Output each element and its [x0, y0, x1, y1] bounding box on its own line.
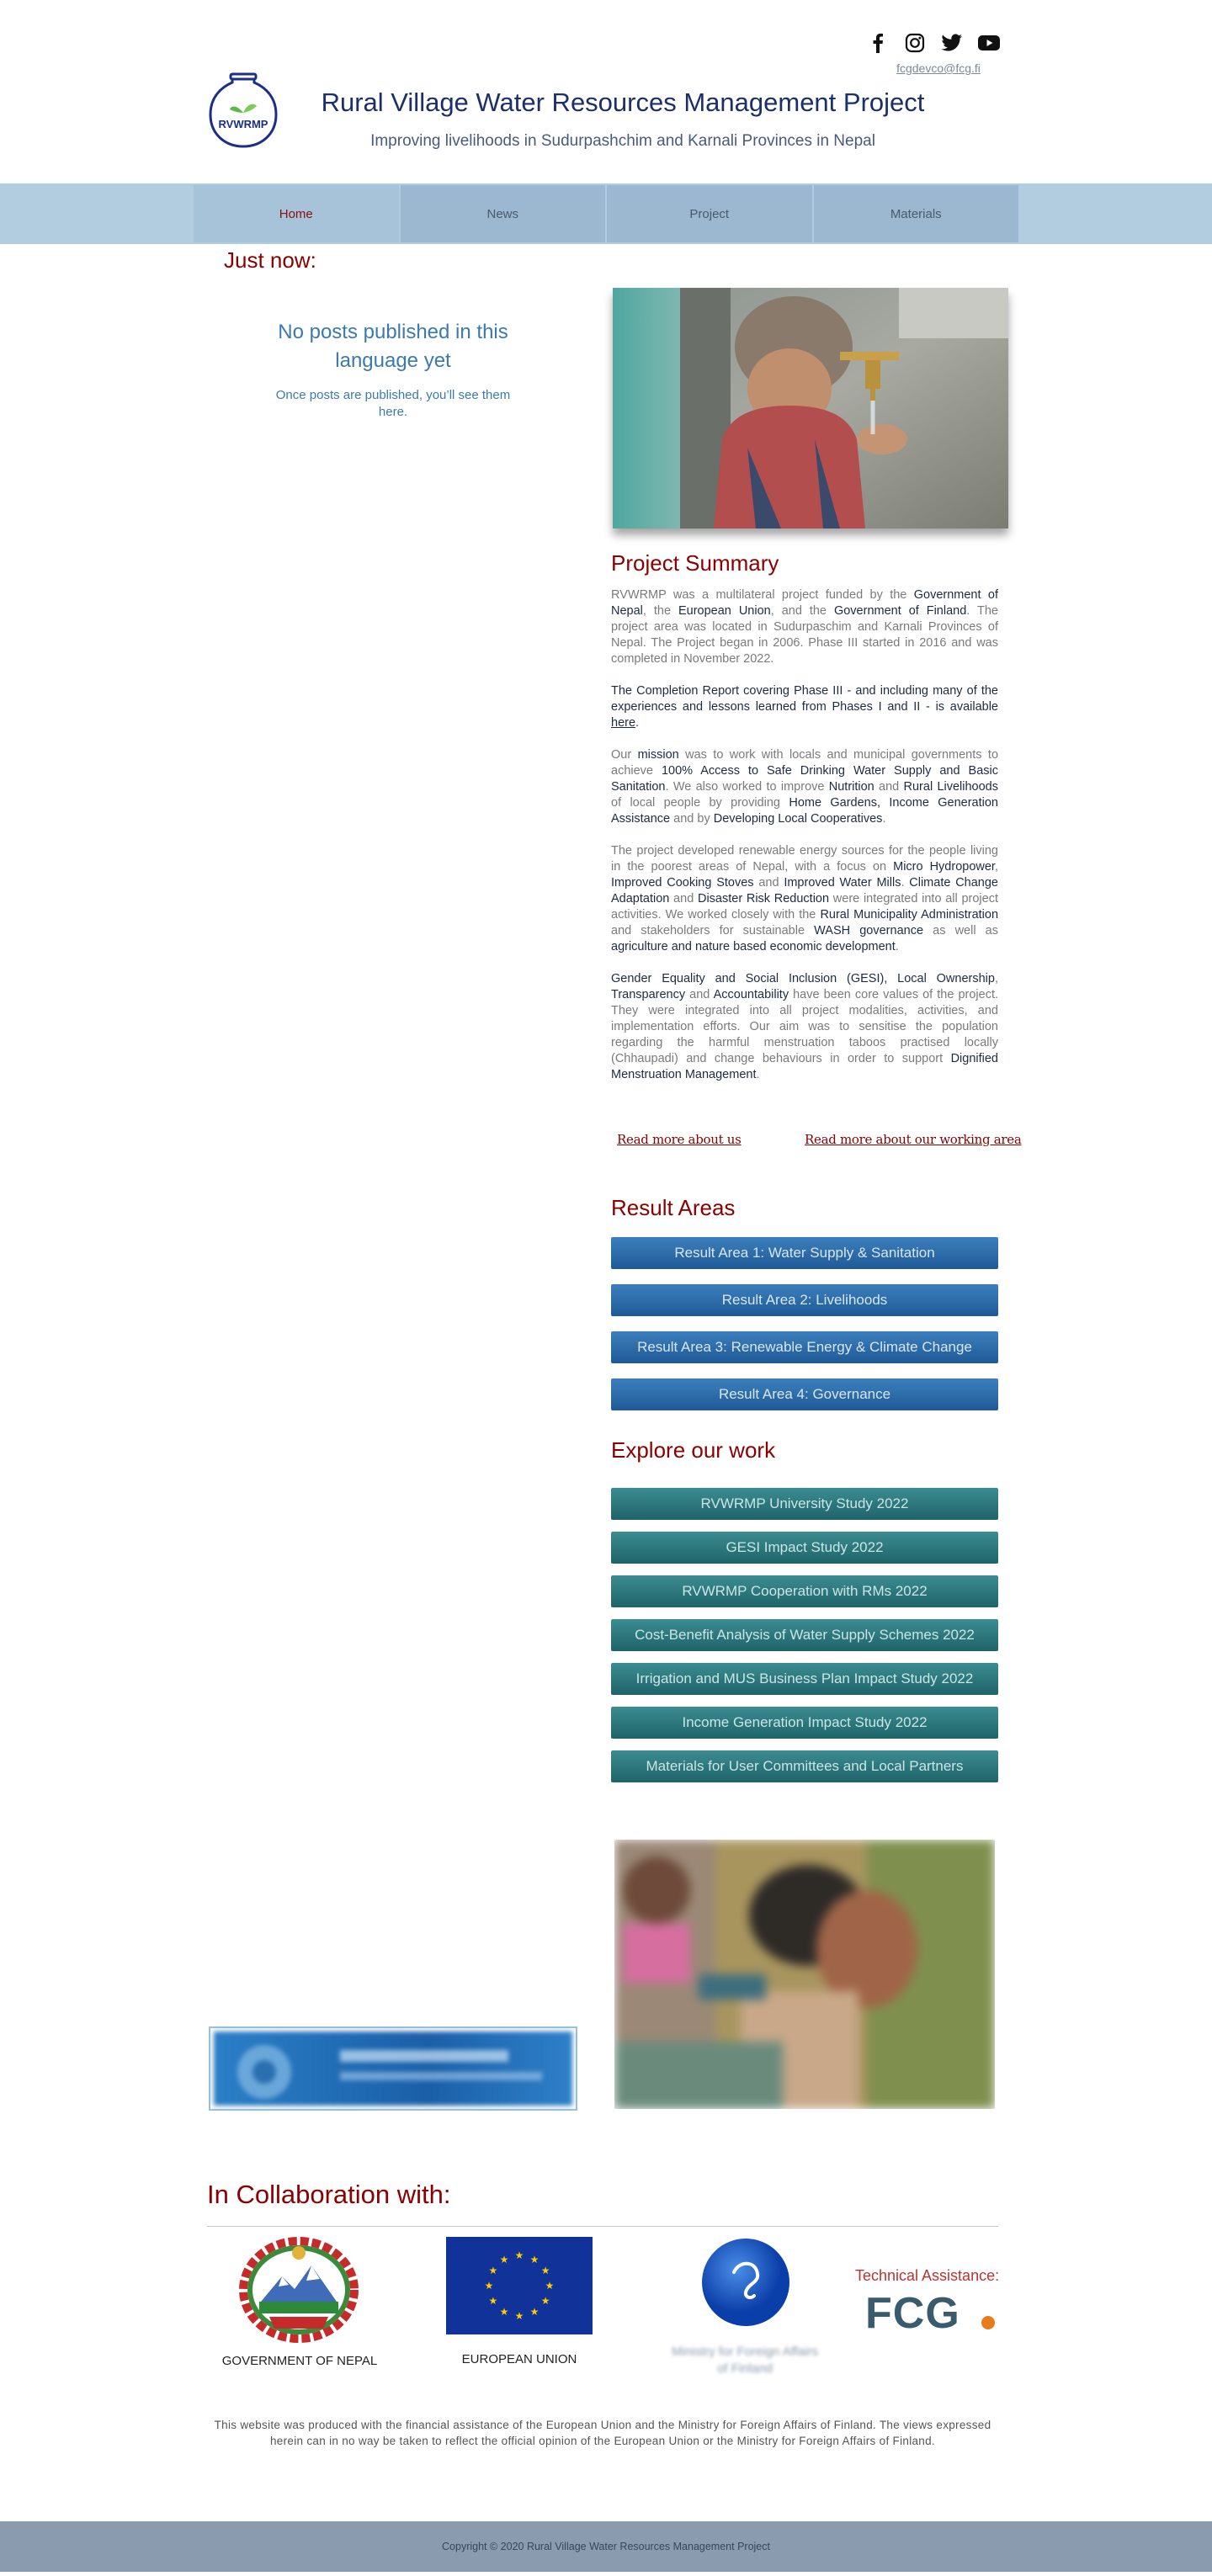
eu-star: ★ — [485, 2280, 494, 2292]
result-area-4-button[interactable]: Result Area 4: Governance — [611, 1378, 998, 1410]
social-links — [867, 32, 1000, 54]
eu-star: ★ — [530, 2254, 540, 2265]
result-areas-heading: Result Areas — [611, 1195, 736, 1220]
facebook-icon[interactable] — [867, 32, 889, 54]
children-water-tap-photo — [614, 1840, 995, 2109]
site-logo[interactable]: RVWRMP — [205, 72, 281, 150]
empty-posts-title: No posts published in this language yet — [278, 321, 508, 372]
nav-project[interactable]: Project — [607, 185, 812, 242]
read-more-working-area-link[interactable]: Read more about our working area — [805, 1132, 1022, 1147]
site-tagline: Improving livelihoods in Sudurpashchim a… — [370, 132, 875, 150]
university-study-button[interactable]: RVWRMP University Study 2022 — [611, 1488, 998, 1520]
completion-report-link[interactable]: here — [611, 716, 635, 730]
project-summary-body: RVWRMP was a multilateral project funded… — [611, 587, 998, 1099]
eu-star: ★ — [545, 2280, 555, 2292]
site-title: Rural Village Water Resources Management… — [321, 88, 925, 117]
technical-assistance-label: Technical Assistance: — [855, 2267, 1000, 2284]
eu-star: ★ — [500, 2254, 509, 2265]
summary-paragraph-2: The Completion Report covering Phase III… — [611, 684, 998, 730]
email-link[interactable]: fcgdevco@fcg.fi — [842, 61, 1035, 75]
result-area-3-button[interactable]: Result Area 3: Renewable Energy & Climat… — [611, 1331, 998, 1363]
instagram-icon[interactable] — [904, 32, 926, 54]
fcg-dot — [981, 2316, 995, 2329]
rm-cooperation-button[interactable]: RVWRMP Cooperation with RMs 2022 — [611, 1575, 998, 1607]
main-nav: Home News Project Materials — [194, 185, 1018, 242]
summary-paragraph-5: Gender Equality and Social Inclusion (GE… — [611, 972, 998, 1081]
nav-home[interactable]: Home — [194, 185, 399, 242]
nav-materials[interactable]: Materials — [813, 185, 1018, 242]
page-footer: Copyright © 2020 Rural Village Water Res… — [0, 2521, 1212, 2572]
empty-posts-subtitle: Once posts are published, you’ll see the… — [275, 388, 511, 419]
read-more-about-us-link[interactable]: Read more about us — [617, 1132, 742, 1147]
eu-star: ★ — [515, 2310, 524, 2322]
eu-caption: EUROPEAN UNION — [461, 2352, 577, 2366]
summary-paragraph-3: Our mission was to work with locals and … — [611, 748, 999, 826]
copyright-text: Copyright © 2020 Rural Village Water Res… — [442, 2541, 770, 2552]
logo-text: RVWRMP — [218, 118, 268, 130]
eu-star: ★ — [541, 2265, 550, 2276]
irrigation-mus-button[interactable]: Irrigation and MUS Business Plan Impact … — [611, 1663, 998, 1695]
collaboration-heading: In Collaboration with: — [207, 2180, 451, 2209]
finland-mfa-logo[interactable] — [695, 2239, 796, 2333]
youtube-icon[interactable] — [978, 32, 1000, 54]
project-summary-heading: Project Summary — [611, 550, 779, 576]
fcg-logo-text: FCG — [865, 2289, 960, 2338]
eu-star: ★ — [541, 2295, 550, 2307]
award-banner-image[interactable] — [209, 2026, 577, 2111]
eu-flag-logo[interactable]: ★ ★ ★ ★ ★ ★ ★ ★ ★ ★ ★ ★ — [446, 2237, 593, 2334]
child-washing-hands-photo — [613, 288, 1008, 528]
summary-paragraph-4: The project developed renewable energy s… — [611, 844, 999, 953]
explore-heading: Explore our work — [611, 1437, 776, 1463]
divider — [207, 2226, 998, 2227]
twitter-icon[interactable] — [941, 32, 963, 54]
eu-star: ★ — [500, 2306, 509, 2318]
result-area-2-button[interactable]: Result Area 2: Livelihoods — [611, 1284, 998, 1316]
summary-paragraph-1: RVWRMP was a multilateral project funded… — [611, 588, 998, 666]
cost-benefit-button[interactable]: Cost-Benefit Analysis of Water Supply Sc… — [611, 1619, 998, 1651]
nav-news[interactable]: News — [400, 185, 605, 242]
funding-disclaimer: This website was produced with the finan… — [214, 2419, 991, 2447]
mfa-caption: Ministry for Foreign Affairs of Finland — [672, 2345, 818, 2376]
gesi-study-button[interactable]: GESI Impact Study 2022 — [611, 1532, 998, 1564]
eu-star: ★ — [488, 2295, 497, 2307]
income-generation-button[interactable]: Income Generation Impact Study 2022 — [611, 1707, 998, 1739]
gov-nepal-caption: GOVERNMENT OF NEPAL — [221, 2354, 378, 2368]
blog-heading: Just now: — [224, 247, 316, 273]
fcg-logo[interactable]: FCG — [865, 2289, 1000, 2338]
result-area-1-button[interactable]: Result Area 1: Water Supply & Sanitation — [611, 1237, 998, 1269]
user-committees-materials-button[interactable]: Materials for User Committees and Local … — [611, 1750, 998, 1782]
eu-star: ★ — [530, 2306, 540, 2318]
eu-star: ★ — [488, 2265, 497, 2276]
eu-star: ★ — [515, 2249, 524, 2261]
nepal-emblem-logo[interactable] — [236, 2234, 362, 2345]
